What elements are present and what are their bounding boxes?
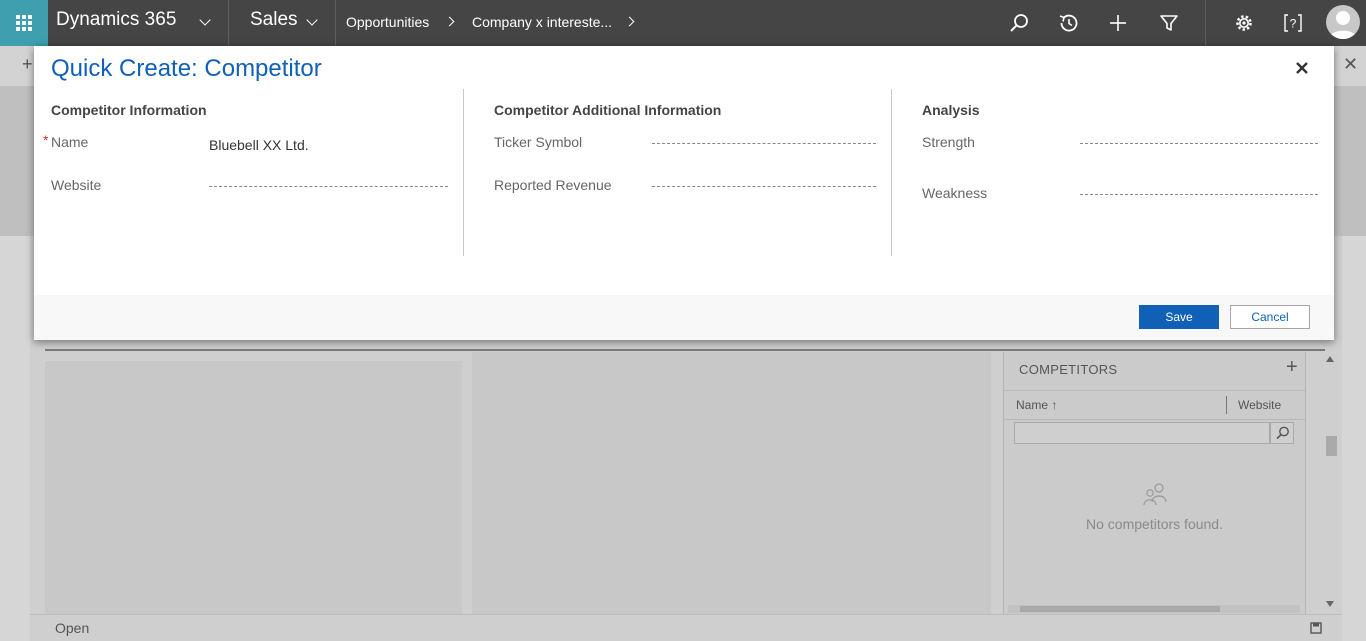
module-chevron-down-icon[interactable] bbox=[306, 14, 318, 26]
nav-divider bbox=[1205, 0, 1206, 46]
weakness-label: Weakness bbox=[922, 185, 988, 201]
section-title-competitor-information: Competitor Information bbox=[51, 102, 207, 118]
help-icon[interactable]: ? bbox=[1281, 11, 1305, 35]
gear-icon[interactable] bbox=[1232, 11, 1256, 35]
column-header-website[interactable]: Website bbox=[1238, 398, 1281, 412]
section-title-additional-information: Competitor Additional Information bbox=[494, 102, 722, 118]
record-status: Open bbox=[55, 620, 90, 636]
save-icon[interactable] bbox=[1310, 622, 1322, 634]
module-name[interactable]: Sales bbox=[250, 9, 298, 31]
reported-revenue-field[interactable] bbox=[652, 186, 876, 187]
waffle-icon bbox=[16, 15, 32, 31]
section-divider bbox=[45, 349, 1325, 351]
svg-text:?: ? bbox=[1290, 17, 1297, 31]
app-launcher-button[interactable] bbox=[0, 0, 48, 46]
dialog-title: Quick Create: Competitor bbox=[51, 55, 322, 82]
quick-create-dialog: Quick Create: Competitor Competitor Info… bbox=[34, 46, 1334, 340]
ticker-symbol-field[interactable] bbox=[652, 143, 876, 144]
app-name[interactable]: Dynamics 365 bbox=[56, 9, 176, 31]
scrollbar-thumb[interactable] bbox=[1020, 606, 1220, 612]
avatar-icon bbox=[1329, 11, 1357, 39]
column-divider[interactable] bbox=[1226, 396, 1227, 414]
nav-divider bbox=[228, 0, 229, 46]
dialog-footer: Save Cancel bbox=[34, 295, 1334, 340]
website-label: Website bbox=[51, 177, 102, 193]
scroll-down-arrow-icon[interactable] bbox=[1326, 601, 1334, 607]
avatar[interactable] bbox=[1326, 5, 1360, 39]
column-divider bbox=[463, 89, 464, 256]
name-label: Name bbox=[51, 134, 89, 150]
top-nav-bar: Dynamics 365 Sales Opportunities Company… bbox=[0, 0, 1366, 46]
app-switcher-chevron-down-icon[interactable] bbox=[199, 14, 211, 26]
competitors-grid-header: Name ↑ Website bbox=[1004, 390, 1305, 420]
status-footer: Open bbox=[30, 614, 1342, 641]
ticker-symbol-label: Ticker Symbol bbox=[494, 134, 583, 150]
breadcrumb-chevron-right-icon[interactable] bbox=[624, 16, 635, 27]
plus-icon[interactable] bbox=[1106, 11, 1130, 35]
search-icon bbox=[1276, 426, 1289, 440]
breadcrumb-record[interactable]: Company x intereste... bbox=[472, 14, 612, 30]
competitors-subgrid: COMPETITORS + Name ↑ Website No competit… bbox=[1003, 352, 1306, 614]
strength-label: Strength bbox=[922, 134, 975, 150]
strength-field[interactable] bbox=[1080, 143, 1318, 144]
weakness-field[interactable] bbox=[1080, 194, 1318, 195]
people-icon bbox=[1143, 483, 1167, 506]
name-field[interactable]: Bluebell XX Ltd. bbox=[209, 137, 309, 153]
scroll-up-arrow-icon[interactable] bbox=[1326, 356, 1334, 362]
new-record-button[interactable]: + bbox=[22, 54, 33, 75]
history-icon[interactable] bbox=[1057, 11, 1081, 35]
website-field[interactable] bbox=[209, 186, 448, 187]
nav-divider bbox=[335, 0, 336, 46]
reported-revenue-label: Reported Revenue bbox=[494, 177, 612, 193]
breadcrumb-opportunities[interactable]: Opportunities bbox=[346, 14, 429, 30]
section-title-analysis: Analysis bbox=[922, 102, 980, 118]
no-competitors-message: No competitors found. bbox=[1086, 516, 1223, 532]
competitors-search-button[interactable] bbox=[1270, 422, 1294, 444]
close-record-button[interactable]: ✕ bbox=[1343, 54, 1358, 75]
breadcrumb-chevron-right-icon bbox=[444, 16, 455, 27]
competitors-title: COMPETITORS bbox=[1019, 362, 1118, 377]
form-panel-left bbox=[45, 361, 462, 614]
filter-icon[interactable] bbox=[1157, 11, 1181, 35]
required-marker: * bbox=[43, 132, 49, 148]
column-header-name[interactable]: Name ↑ bbox=[1016, 398, 1057, 412]
column-divider bbox=[891, 89, 892, 256]
form-panel-middle bbox=[472, 352, 991, 614]
vertical-scrollbar-thumb[interactable] bbox=[1326, 436, 1337, 456]
close-icon[interactable] bbox=[1293, 59, 1311, 77]
cancel-button[interactable]: Cancel bbox=[1230, 305, 1310, 329]
competitors-search-input[interactable] bbox=[1014, 422, 1270, 444]
horizontal-scrollbar[interactable] bbox=[1008, 605, 1300, 613]
add-competitor-button[interactable]: + bbox=[1286, 356, 1298, 379]
save-button[interactable]: Save bbox=[1139, 305, 1219, 329]
search-icon[interactable] bbox=[1007, 11, 1031, 35]
